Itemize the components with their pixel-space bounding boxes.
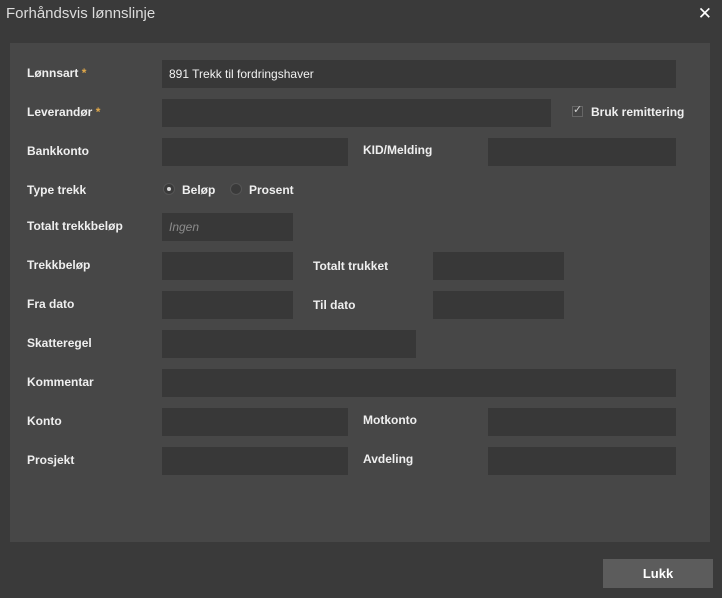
- bankkonto-input[interactable]: [162, 138, 348, 166]
- bruk-remittering-checkbox[interactable]: ✓: [572, 103, 583, 117]
- skatteregel-input[interactable]: [162, 330, 416, 358]
- kommentar-label: Kommentar: [27, 375, 94, 389]
- avdeling-input[interactable]: [488, 447, 676, 475]
- bankkonto-label: Bankkonto: [27, 144, 90, 158]
- totalt-trukket-input[interactable]: [433, 252, 564, 280]
- type-trekk-label: Type trekk: [27, 183, 87, 197]
- fra-dato-label: Fra dato: [27, 297, 75, 311]
- trekkbelop-label: Trekkbeløp: [27, 258, 91, 272]
- totalt-trukket-label: Totalt trukket: [313, 259, 389, 273]
- leverandor-label: Leverandør *: [27, 105, 100, 119]
- radio-selected-dot: [167, 187, 171, 191]
- belop-radio[interactable]: [163, 183, 175, 195]
- prosjekt-input[interactable]: [162, 447, 348, 475]
- motkonto-label: Motkonto: [363, 413, 417, 427]
- check-icon: ✓: [573, 103, 583, 116]
- bruk-remittering-label: Bruk remittering: [591, 105, 685, 119]
- totalt-trekkbelop-label: Totalt trekkbeløp: [27, 219, 123, 233]
- kid-melding-input[interactable]: [488, 138, 676, 166]
- required-marker: *: [81, 66, 87, 80]
- lonnsart-input[interactable]: [162, 60, 676, 88]
- lonnsart-label: Lønnsart *: [27, 66, 86, 80]
- prosent-radio[interactable]: [230, 183, 242, 195]
- til-dato-input[interactable]: [433, 291, 564, 319]
- belop-radio-label[interactable]: Beløp: [182, 183, 215, 197]
- close-icon[interactable]: ✕: [698, 4, 712, 24]
- totalt-trekkbelop-input[interactable]: [162, 213, 293, 241]
- avdeling-label: Avdeling: [363, 452, 414, 466]
- fra-dato-input[interactable]: [162, 291, 293, 319]
- dialog-title: Forhåndsvis lønnslinje: [6, 5, 156, 22]
- motkonto-input[interactable]: [488, 408, 676, 436]
- leverandor-label-text: Leverandør: [27, 105, 93, 119]
- trekkbelop-input[interactable]: [162, 252, 293, 280]
- prosjekt-label: Prosjekt: [27, 453, 75, 467]
- konto-input[interactable]: [162, 408, 348, 436]
- prosent-radio-label[interactable]: Prosent: [249, 183, 294, 197]
- kid-melding-label: KID/Melding: [363, 143, 433, 157]
- kommentar-input[interactable]: [162, 369, 676, 397]
- konto-label: Konto: [27, 414, 62, 428]
- skatteregel-label: Skatteregel: [27, 336, 92, 350]
- til-dato-label: Til dato: [313, 298, 356, 312]
- close-button[interactable]: Lukk: [603, 559, 713, 588]
- form-panel: Lønnsart * Leverandør * ✓ Bruk remitteri…: [10, 43, 710, 542]
- leverandor-input[interactable]: [162, 99, 551, 127]
- required-marker: *: [95, 105, 101, 119]
- lonnsart-label-text: Lønnsart: [27, 66, 79, 80]
